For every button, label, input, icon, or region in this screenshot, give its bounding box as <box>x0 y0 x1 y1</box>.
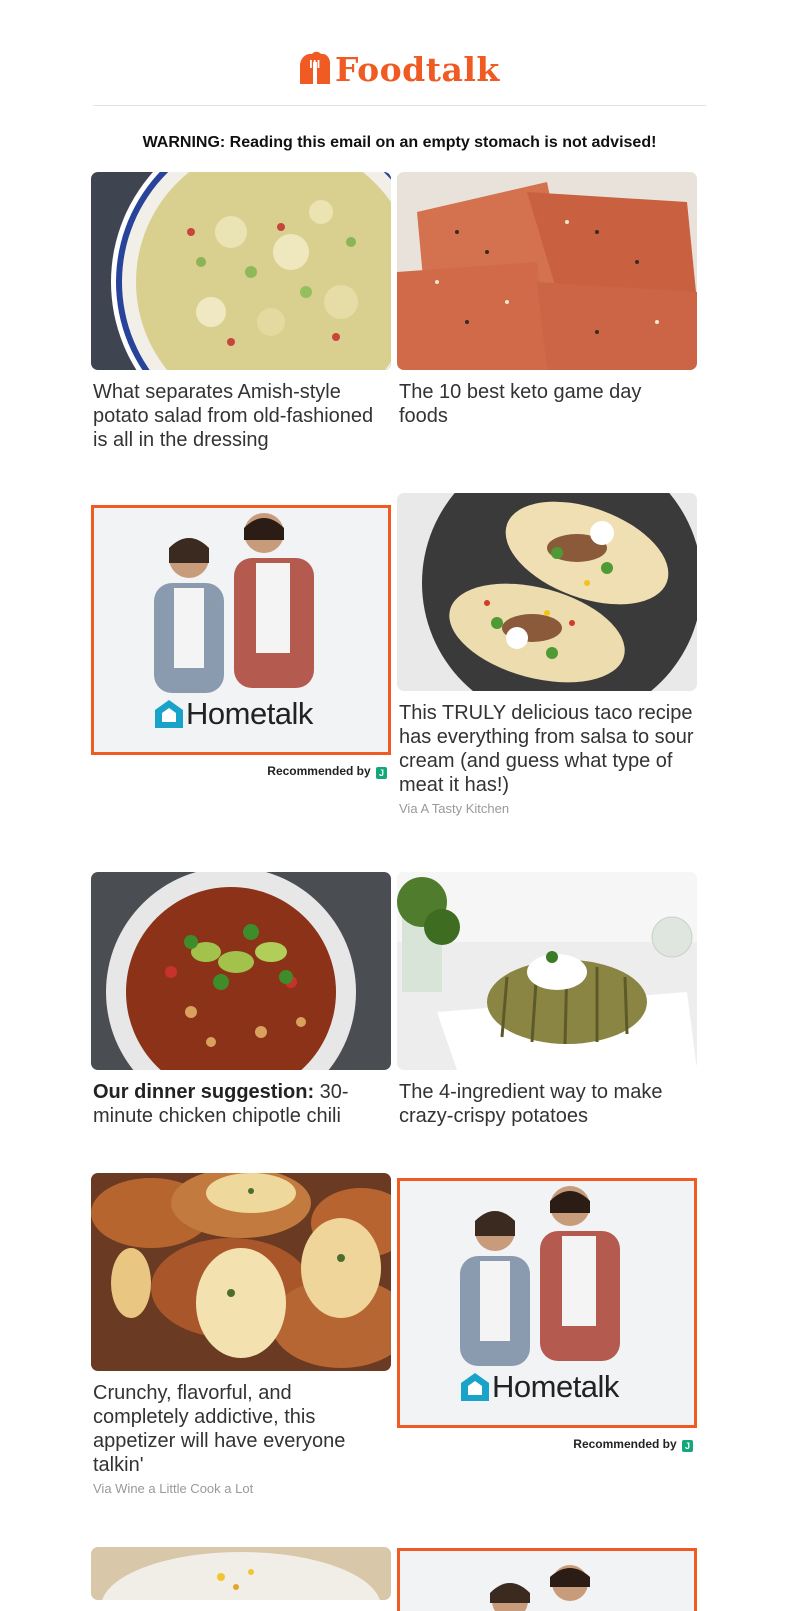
keto-crackers-image[interactable] <box>397 172 697 370</box>
brand-name: Foodtalk <box>335 49 500 89</box>
article-title[interactable]: The 4-ingredient way to make crazy-crisp… <box>399 1080 695 1128</box>
article-card-potato-salad[interactable]: What separates Amish-style potato salad … <box>91 172 391 452</box>
potato-salad-image[interactable] <box>91 172 391 370</box>
hometalk-ad-banner[interactable] <box>397 1548 697 1611</box>
chef-hat-icon <box>300 51 331 84</box>
jeeng-icon: J <box>376 767 387 779</box>
hometalk-ad-banner[interactable]: Hometalk <box>397 1178 697 1428</box>
article-card-keto-foods[interactable]: The 10 best keto game day foods <box>397 172 697 428</box>
hometalk-ad[interactable]: Hometalk Recommended by J <box>91 505 391 779</box>
hometalk-ad[interactable]: Hometalk Recommended by J <box>397 1178 697 1452</box>
hometalk-logo: Hometalk <box>152 696 313 732</box>
hometalk-logo: Hometalk <box>458 1369 619 1405</box>
foodtalk-logo[interactable]: Foodtalk <box>297 46 507 92</box>
article-card-appetizer[interactable]: Crunchy, flavorful, and completely addic… <box>91 1173 391 1496</box>
hometalk-ad[interactable] <box>397 1548 697 1611</box>
article-card-dip[interactable] <box>91 1547 391 1600</box>
article-card-potatoes[interactable]: The 4-ingredient way to make crazy-crisp… <box>397 872 697 1128</box>
taco-image[interactable] <box>397 493 697 691</box>
header-divider <box>93 105 706 106</box>
appetizer-image[interactable] <box>91 1173 391 1371</box>
article-source[interactable]: Via Wine a Little Cook a Lot <box>93 1481 389 1496</box>
article-title[interactable]: The 10 best keto game day foods <box>399 380 695 428</box>
recommended-by[interactable]: Recommended by J <box>91 764 391 779</box>
article-title[interactable]: This TRULY delicious taco recipe has eve… <box>399 701 695 797</box>
chili-image[interactable] <box>91 872 391 1070</box>
house-icon <box>461 1373 489 1401</box>
jeeng-icon: J <box>682 1440 693 1452</box>
warning-banner: WARNING: Reading this email on an empty … <box>142 134 657 151</box>
house-icon <box>155 700 183 728</box>
article-title[interactable]: What separates Amish-style potato salad … <box>93 380 389 452</box>
article-source[interactable]: Via A Tasty Kitchen <box>399 801 695 816</box>
article-title[interactable]: Crunchy, flavorful, and completely addic… <box>93 1381 389 1477</box>
article-title[interactable]: Our dinner suggestion: 30-minute chicken… <box>93 1080 389 1128</box>
hometalk-ad-banner[interactable]: Hometalk <box>91 505 391 755</box>
dip-image[interactable] <box>91 1547 391 1600</box>
article-card-taco[interactable]: This TRULY delicious taco recipe has eve… <box>397 493 697 816</box>
recommended-by[interactable]: Recommended by J <box>397 1437 697 1452</box>
crispy-potato-image[interactable] <box>397 872 697 1070</box>
article-card-chili[interactable]: Our dinner suggestion: 30-minute chicken… <box>91 872 391 1128</box>
email-body: Foodtalk WARNING: Reading this email on … <box>91 0 706 1611</box>
